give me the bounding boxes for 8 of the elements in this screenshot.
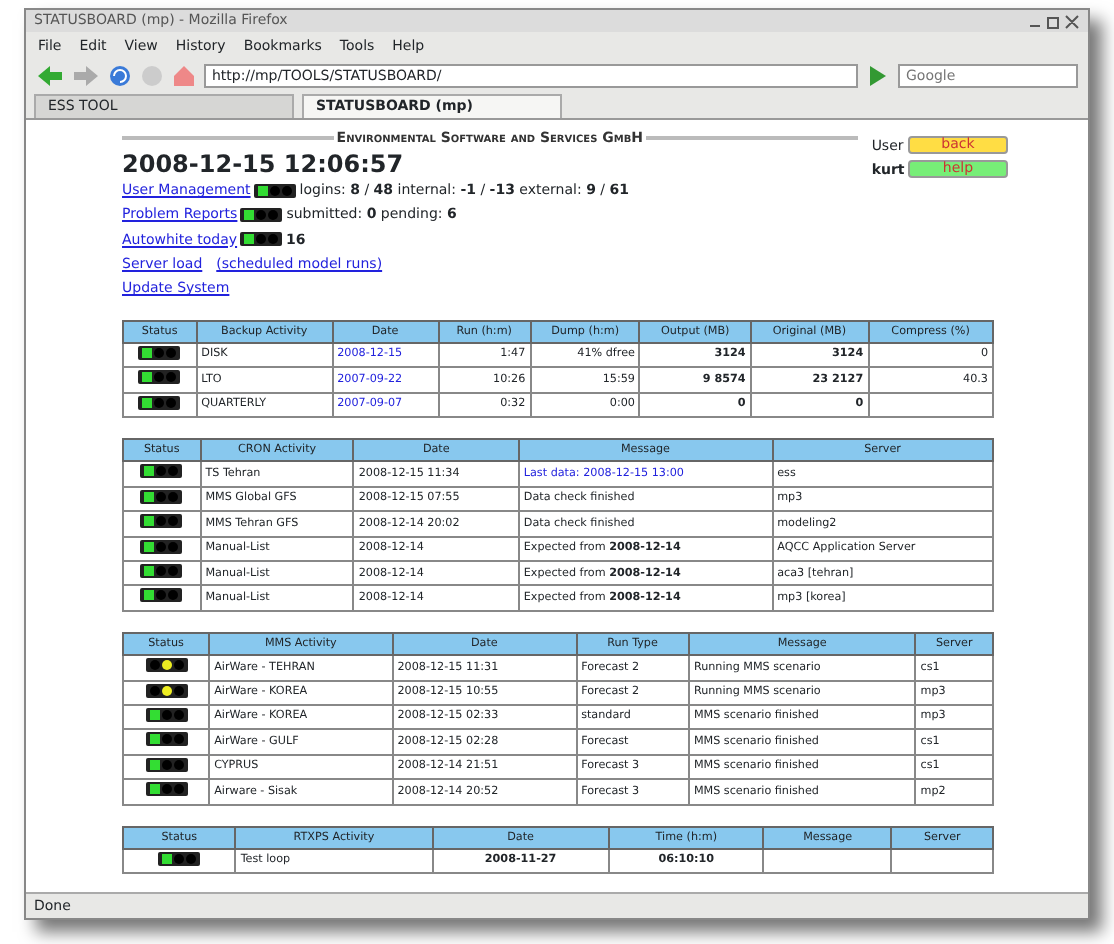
home-icon[interactable] — [172, 64, 196, 88]
reload-icon[interactable] — [108, 64, 132, 88]
window-controls-icon[interactable] — [1028, 13, 1080, 29]
forward-icon[interactable] — [72, 64, 100, 88]
date-time: 2008-12-15 12:06:57 — [122, 152, 406, 177]
stop-icon[interactable] — [140, 64, 164, 88]
go-icon[interactable] — [866, 64, 890, 88]
back-icon[interactable] — [36, 64, 64, 88]
